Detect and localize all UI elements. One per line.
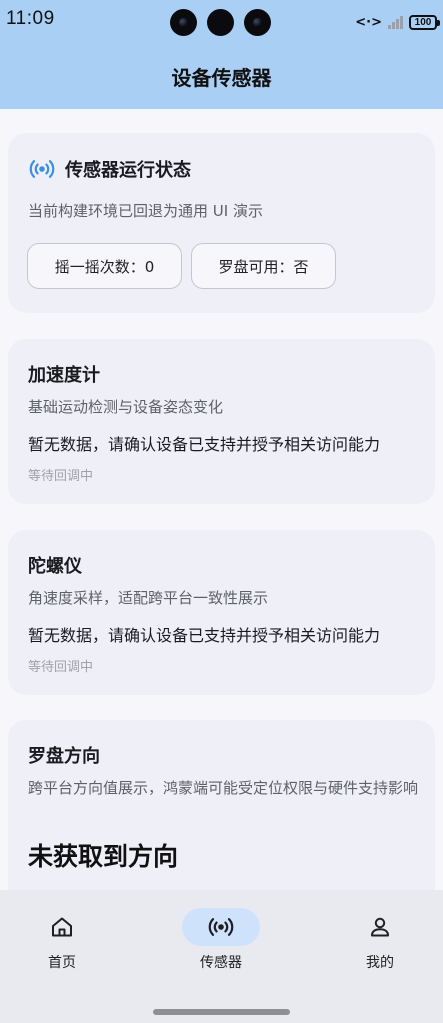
compass-description: 跨平台方向值展示，鸿蒙端可能受定位权限与硬件支持影响 <box>28 779 419 797</box>
sensor-status-card: 传感器运行状态 当前构建环境已回退为通用 UI 演示 摇一摇次数：0 罗盘可用：… <box>8 133 435 313</box>
status-indicators: <·> 100 <box>355 12 440 32</box>
accelerometer-description: 基础运动检测与设备姿态变化 <box>28 398 224 416</box>
status-time: 11:09 <box>6 8 55 29</box>
gyroscope-description: 角速度采样，适配跨平台一致性展示 <box>28 589 269 607</box>
accelerometer-card: 加速度计 基础运动检测与设备姿态变化 暂无数据，请确认设备已支持并授予相关访问能… <box>8 339 435 504</box>
front-camera-icon <box>170 9 197 36</box>
accelerometer-footer: 等待回调中 <box>28 469 94 484</box>
accelerometer-message: 暂无数据，请确认设备已支持并授予相关访问能力 <box>28 435 381 454</box>
bottom-nav: 首页 传感器 我的 <box>0 890 443 1023</box>
nav-label-sensor: 传感器 <box>200 955 242 971</box>
nav-label-home: 首页 <box>48 955 76 971</box>
home-icon <box>23 908 101 946</box>
shake-count-chip[interactable]: 摇一摇次数：0 <box>27 243 182 289</box>
home-indicator[interactable] <box>153 1009 290 1015</box>
nav-label-mine: 我的 <box>366 955 394 971</box>
gyroscope-card: 陀螺仪 角速度采样，适配跨平台一致性展示 暂无数据，请确认设备已支持并授予相关访… <box>8 530 435 695</box>
sensor-broadcast-icon <box>29 159 55 179</box>
app-header: 11:09 <·> 100 设备传感器 <box>0 0 443 109</box>
front-camera-icon <box>244 9 271 36</box>
accelerometer-title: 加速度计 <box>28 365 100 386</box>
phone-screen: 11:09 <·> 100 设备传感器 传感器运行状态 当前构建环境已回退为通用… <box>0 0 443 1023</box>
nav-item-home[interactable]: 首页 <box>12 908 112 972</box>
nav-item-mine[interactable]: 我的 <box>330 908 430 972</box>
gyroscope-title: 陀螺仪 <box>28 556 82 577</box>
status-card-header: 传感器运行状态 <box>29 156 191 182</box>
gyroscope-footer: 等待回调中 <box>28 660 94 675</box>
user-icon <box>341 908 419 946</box>
status-card-description: 当前构建环境已回退为通用 UI 演示 <box>28 202 263 220</box>
battery-icon: 100 <box>409 14 440 30</box>
signal-icon <box>388 15 403 29</box>
compass-title: 罗盘方向 <box>28 746 100 767</box>
status-bar: 11:09 <·> 100 <box>0 0 443 44</box>
status-card-title: 传感器运行状态 <box>65 160 191 181</box>
sensor-broadcast-icon <box>182 908 260 946</box>
compass-value: 未获取到方向 <box>28 842 179 871</box>
compass-available-chip[interactable]: 罗盘可用：否 <box>191 243 336 289</box>
page-title: 设备传感器 <box>171 66 272 90</box>
gyroscope-message: 暂无数据，请确认设备已支持并授予相关访问能力 <box>28 626 381 645</box>
data-transfer-icon: <·> <box>355 14 382 30</box>
front-camera-icon <box>207 9 234 36</box>
nav-item-sensor[interactable]: 传感器 <box>171 908 271 972</box>
